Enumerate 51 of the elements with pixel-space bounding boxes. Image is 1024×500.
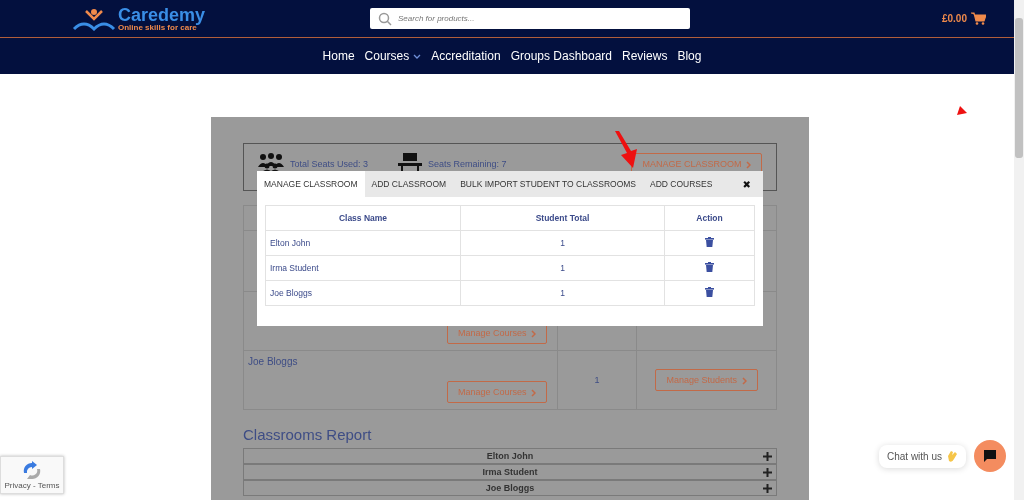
seats-used: Total Seats Used: 3: [290, 159, 369, 169]
class-name: Joe Bloggs: [248, 356, 298, 367]
dialog-tab[interactable]: MANAGE CLASSROOM: [257, 171, 365, 197]
logo-tagline: Online skills for care: [118, 23, 197, 32]
column-header: Student Total: [460, 205, 665, 231]
chevron-right-icon: [531, 329, 536, 338]
annotation-marker-drawing: [957, 106, 967, 115]
trash-icon[interactable]: [705, 262, 714, 272]
table-cell: 1: [460, 230, 665, 256]
table-cell: Joe Bloggs: [265, 280, 461, 306]
nav-link[interactable]: Reviews: [622, 49, 668, 63]
logo-icon[interactable]: [72, 6, 116, 31]
chevron-down-icon: [413, 53, 422, 59]
scrollbar[interactable]: [1014, 0, 1024, 500]
search-field[interactable]: Search for products...: [370, 8, 690, 29]
nav-link[interactable]: Accreditation: [431, 49, 501, 63]
chair-icon: [398, 153, 423, 173]
chevron-right-icon: [531, 388, 536, 397]
table-cell: 1: [460, 280, 665, 306]
column-header: Action: [664, 205, 755, 231]
logo-name[interactable]: Caredemy: [118, 5, 206, 24]
recaptcha-links: Privacy - Terms: [4, 480, 60, 490]
chevron-right-icon: [741, 376, 747, 385]
chat-bubble-icon: [984, 450, 997, 462]
chevron-right-icon: [746, 160, 751, 169]
waving-hand-icon: [946, 449, 959, 463]
recaptcha-badge[interactable]: Privacy - Terms: [0, 456, 64, 494]
accordion-row[interactable]: Elton John: [243, 448, 777, 464]
dialog-tab[interactable]: ADD CLASSROOM: [364, 171, 454, 197]
accordion-row[interactable]: Irma Student: [243, 464, 777, 480]
column-header: Class Name: [265, 205, 461, 231]
table-cell: Irma Student: [265, 255, 461, 281]
annotation-arrow-drawing: [613, 131, 639, 169]
table-cell: Elton John: [265, 230, 461, 256]
nav-link[interactable]: Blog: [677, 49, 702, 63]
nav-link[interactable]: Home: [322, 49, 355, 63]
report-title: Classrooms Report: [243, 426, 373, 443]
chat-prompt[interactable]: Chat with us: [879, 444, 967, 468]
accordion-row[interactable]: Joe Bloggs: [243, 480, 777, 496]
search-icon: [378, 11, 392, 26]
cart-icon[interactable]: [971, 12, 986, 25]
chat-button[interactable]: [974, 440, 1007, 472]
seats-remaining: Seats Remaining: 7: [428, 159, 507, 169]
recaptcha-icon: [21, 460, 43, 481]
nav-link[interactable]: Groups Dashboard: [510, 49, 613, 63]
cart-total[interactable]: £0.00: [941, 13, 967, 24]
table-cell: 1: [460, 255, 665, 281]
trash-icon[interactable]: [705, 287, 714, 297]
trash-icon[interactable]: [705, 237, 714, 247]
student-total: 1: [594, 375, 600, 385]
nav-link[interactable]: Courses: [364, 49, 422, 63]
